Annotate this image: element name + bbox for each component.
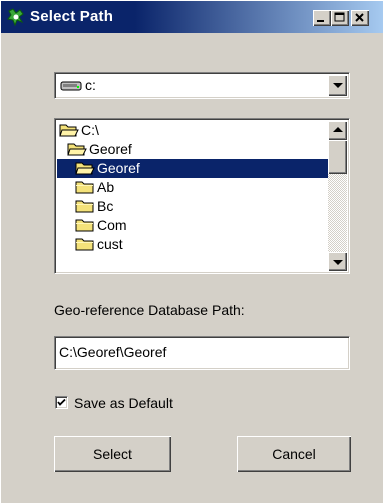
cancel-button[interactable]: Cancel: [237, 436, 351, 472]
minimize-button[interactable]: [313, 10, 331, 26]
maximize-button[interactable]: [331, 10, 349, 26]
drive-value: c:: [85, 77, 96, 93]
tree-item-label: C:\: [81, 122, 99, 138]
tree-item-label: cust: [97, 236, 123, 252]
drive-icon: [60, 81, 82, 91]
tree-item[interactable]: Bc: [57, 197, 329, 216]
maximize-icon: [334, 12, 345, 22]
folder-icon: [75, 237, 95, 257]
close-button[interactable]: [351, 10, 369, 26]
title-bar[interactable]: Select Path: [1, 1, 383, 33]
tree-item[interactable]: cust: [57, 235, 329, 254]
save-default-label[interactable]: Save as Default: [74, 395, 173, 411]
app-icon: [7, 8, 24, 26]
minimize-icon: [317, 20, 324, 22]
checkmark-icon: [57, 398, 66, 406]
tree-item-label: Georef: [97, 160, 140, 176]
tree-item[interactable]: Ab: [57, 178, 329, 197]
tree-item-label: Ab: [97, 179, 115, 195]
scroll-thumb[interactable]: [328, 140, 347, 174]
folder-list: C:\ Georef Georef Ab Bc Com cust: [57, 121, 329, 254]
scroll-up-button[interactable]: [328, 121, 347, 140]
scroll-down-button[interactable]: [328, 252, 347, 271]
tree-item[interactable]: Georef: [57, 140, 329, 159]
path-value: C:\Georef\Georef: [59, 344, 167, 360]
tree-scrollbar[interactable]: [328, 121, 347, 271]
folder-tree[interactable]: C:\ Georef Georef Ab Bc Com cust: [54, 118, 350, 274]
drive-select[interactable]: c:: [54, 72, 350, 99]
tree-item[interactable]: Com: [57, 216, 329, 235]
tree-item-label: Com: [97, 217, 127, 233]
chevron-up-icon: [333, 127, 343, 132]
select-button[interactable]: Select: [54, 436, 171, 472]
window-title: Select Path: [30, 8, 114, 25]
chevron-down-icon: [333, 260, 343, 265]
tree-item-label: Bc: [97, 198, 114, 214]
drive-dropdown-button[interactable]: [328, 75, 347, 96]
select-path-dialog: Select Path c: C:\ Georef Georef Ab Bc Com cus…: [0, 0, 383, 503]
tree-item-label: Georef: [89, 141, 132, 157]
close-icon: [355, 13, 364, 22]
path-label: Geo-reference Database Path:: [54, 302, 245, 318]
save-default-checkbox[interactable]: [55, 396, 68, 409]
path-field[interactable]: C:\Georef\Georef: [54, 336, 350, 370]
chevron-down-icon: [333, 83, 343, 88]
tree-item[interactable]: C:\: [57, 121, 329, 140]
tree-item[interactable]: Georef: [57, 159, 329, 178]
